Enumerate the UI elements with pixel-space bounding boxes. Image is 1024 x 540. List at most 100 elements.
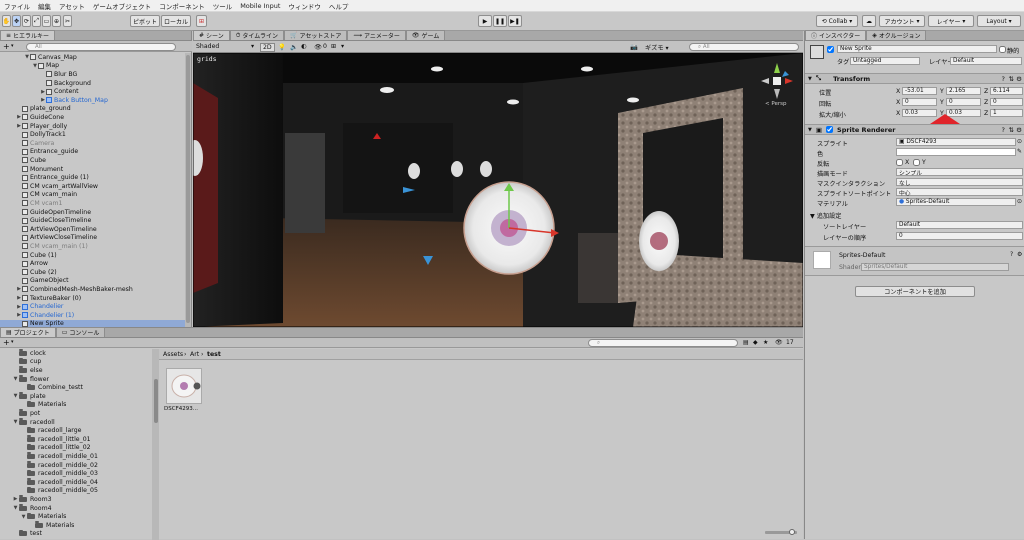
hierarchy-item[interactable]: GameObject bbox=[0, 277, 185, 286]
hierarchy-item[interactable]: Cube bbox=[0, 156, 185, 165]
layout-dropdown[interactable]: Layout ▾ bbox=[977, 15, 1021, 27]
hierarchy-item[interactable]: Entrance_guide (1) bbox=[0, 173, 185, 182]
active-checkbox[interactable] bbox=[827, 46, 834, 53]
object-picker-icon[interactable]: ⊙ bbox=[1017, 198, 1022, 205]
grid-icon[interactable]: ⊞ bbox=[331, 43, 336, 50]
camera-icon[interactable]: 📷 bbox=[630, 43, 638, 51]
play-button[interactable]: ▶ bbox=[478, 15, 492, 27]
hierarchy-item[interactable]: plate_ground bbox=[0, 105, 185, 114]
hierarchy-search-input[interactable]: All bbox=[26, 42, 176, 51]
hierarchy-item[interactable]: GuideCloseTimeline bbox=[0, 216, 185, 225]
sorting-layer-dropdown[interactable]: Default bbox=[896, 221, 1023, 229]
pause-button[interactable]: ❚❚ bbox=[493, 15, 507, 27]
menu-item[interactable]: ツール bbox=[213, 1, 233, 11]
sprite-field[interactable]: ▣ DSCF4293 bbox=[896, 138, 1016, 146]
folder-item[interactable]: racedoll_middle_01 bbox=[0, 452, 98, 461]
tab-hierarchy[interactable]: ≡ ヒエラルキー bbox=[0, 30, 56, 40]
menu-item[interactable]: ウィンドウ bbox=[288, 1, 321, 11]
hierarchy-item[interactable]: Blur BG bbox=[0, 70, 185, 79]
hand-tool-button[interactable]: ✋ bbox=[2, 15, 11, 27]
help-icon[interactable]: ? bbox=[1010, 251, 1013, 258]
folder-item[interactable]: racedoll_little_01 bbox=[0, 435, 91, 444]
folder-item[interactable]: ▼ Materials bbox=[0, 512, 66, 521]
scrollbar-thumb[interactable] bbox=[186, 55, 190, 323]
scene-render[interactable] bbox=[193, 53, 803, 327]
folder-item[interactable]: racedoll_middle_03 bbox=[0, 469, 98, 478]
create-button[interactable]: + bbox=[3, 42, 10, 51]
expand-toggle-icon[interactable]: ▼ bbox=[20, 514, 27, 520]
flip-y-checkbox[interactable] bbox=[913, 159, 920, 166]
hierarchy-item[interactable]: Monument bbox=[0, 165, 185, 174]
hierarchy-item[interactable]: ArtViewOpenTimeline bbox=[0, 225, 185, 234]
audio-icon[interactable]: 🔈 bbox=[290, 43, 298, 51]
folder-item[interactable]: pot bbox=[0, 409, 40, 418]
rect-tool-button[interactable]: ▭ bbox=[42, 15, 51, 27]
folder-item[interactable]: racedoll_large bbox=[0, 426, 81, 435]
tab-scene-0[interactable]: # シーン bbox=[193, 30, 230, 40]
hierarchy-item[interactable]: Entrance_guide bbox=[0, 148, 185, 157]
shading-dropdown[interactable]: Shaded bbox=[196, 43, 219, 50]
orientation-gizmo[interactable]: < Persp bbox=[755, 59, 799, 111]
asset-thumbnail[interactable] bbox=[166, 368, 202, 404]
menu-item[interactable]: ゲームオブジェクト bbox=[93, 1, 151, 11]
draw-mode-dropdown[interactable]: シンプル bbox=[896, 168, 1023, 177]
expand-toggle-icon[interactable]: ▼ bbox=[12, 393, 19, 399]
help-icon[interactable]: ? bbox=[1002, 75, 1005, 83]
menu-item[interactable]: ファイル bbox=[4, 1, 30, 11]
folder-item[interactable]: test bbox=[0, 529, 42, 539]
hierarchy-item[interactable]: ▶ GuideCone bbox=[0, 113, 185, 122]
flip-x-checkbox[interactable] bbox=[896, 159, 903, 166]
color-swatch[interactable] bbox=[896, 148, 1016, 156]
scene-viewport[interactable]: grids < Persp bbox=[193, 53, 803, 327]
settings-icon[interactable]: ⚙ bbox=[1016, 126, 1022, 134]
sort-point-dropdown[interactable]: 中心 bbox=[896, 188, 1023, 197]
menu-item[interactable]: 編集 bbox=[38, 1, 51, 11]
scale-z-field[interactable]: 1 bbox=[990, 109, 1023, 117]
hierarchy-item[interactable]: Camera bbox=[0, 139, 185, 148]
layers-dropdown[interactable]: レイヤー ▾ bbox=[928, 15, 974, 27]
folder-item[interactable]: Materials bbox=[0, 400, 66, 410]
shader-dropdown[interactable]: Sprites/Default bbox=[861, 263, 1009, 271]
layer-dropdown[interactable]: Default bbox=[950, 57, 1022, 65]
tab-inspector-1[interactable]: ◈ オクルージョン bbox=[866, 30, 927, 40]
tab-scene-3[interactable]: ⟿ アニメーター bbox=[347, 30, 406, 40]
filter-type-icon[interactable]: ▤ bbox=[743, 339, 749, 346]
filter-label-icon[interactable]: ◆ bbox=[753, 339, 758, 346]
folder-item[interactable]: ▼ Room4 bbox=[0, 504, 52, 513]
rotation-z-field[interactable]: 0 bbox=[990, 98, 1023, 106]
hierarchy-item[interactable]: ▶ Back Button_Map bbox=[0, 96, 185, 105]
help-icon[interactable]: ? bbox=[1002, 126, 1005, 134]
persp-label[interactable]: < Persp bbox=[765, 101, 786, 107]
scrollbar-thumb[interactable] bbox=[153, 379, 158, 423]
local-toggle[interactable]: ローカル bbox=[161, 15, 191, 27]
rotation-y-field[interactable]: 0 bbox=[946, 98, 981, 106]
position-y-field[interactable]: 2.165 bbox=[946, 87, 981, 95]
zoom-slider[interactable] bbox=[765, 529, 797, 535]
chevron-down-icon[interactable]: ▾ bbox=[251, 43, 254, 50]
hierarchy-item[interactable]: CM vcam_main (1) bbox=[0, 242, 185, 251]
expand-toggle-icon[interactable]: ▼ bbox=[12, 505, 19, 511]
hierarchy-item[interactable]: ArtViewCloseTimeline bbox=[0, 234, 185, 243]
folder-item[interactable]: racedoll_little_02 bbox=[0, 443, 91, 453]
hierarchy-item[interactable]: GuideOpenTimeline bbox=[0, 208, 185, 217]
settings-icon[interactable]: ⚙ bbox=[1017, 251, 1022, 258]
hierarchy-item[interactable]: ▶ TextureBaker (0) bbox=[0, 294, 185, 303]
folder-item[interactable]: ▼ plate bbox=[0, 392, 46, 401]
add-component-button[interactable]: コンポーネントを追加 bbox=[855, 286, 975, 297]
create-button[interactable]: + bbox=[3, 338, 10, 347]
gizmos-dropdown[interactable]: ギズモ ▾ bbox=[645, 43, 669, 52]
transform-header[interactable]: ▼ ⤡ Transform ? ⇅ ⚙ bbox=[805, 73, 1024, 84]
folder-item[interactable]: ▶ Room3 bbox=[0, 495, 52, 504]
expand-toggle-icon[interactable]: ▶ bbox=[12, 496, 19, 502]
order-in-layer-field[interactable]: 0 bbox=[896, 232, 1023, 240]
chevron-down-icon[interactable]: ▾ bbox=[11, 43, 14, 49]
tab-project-0[interactable]: ▤ プロジェクト bbox=[0, 327, 56, 337]
custom-tool-button[interactable]: ✂ bbox=[63, 15, 72, 27]
folder-item[interactable]: ▼ flower bbox=[0, 375, 49, 384]
static-checkbox[interactable] bbox=[999, 46, 1006, 53]
expand-toggle-icon[interactable]: ▼ bbox=[12, 419, 19, 425]
hierarchy-item[interactable]: DollyTrack1 bbox=[0, 130, 185, 139]
hierarchy-item[interactable]: CM vcam_artWallView bbox=[0, 182, 185, 191]
menu-item[interactable]: アセット bbox=[59, 1, 85, 11]
sprite-renderer-header[interactable]: ▼ ▣ Sprite Renderer ? ⇅ ⚙ bbox=[805, 124, 1024, 135]
